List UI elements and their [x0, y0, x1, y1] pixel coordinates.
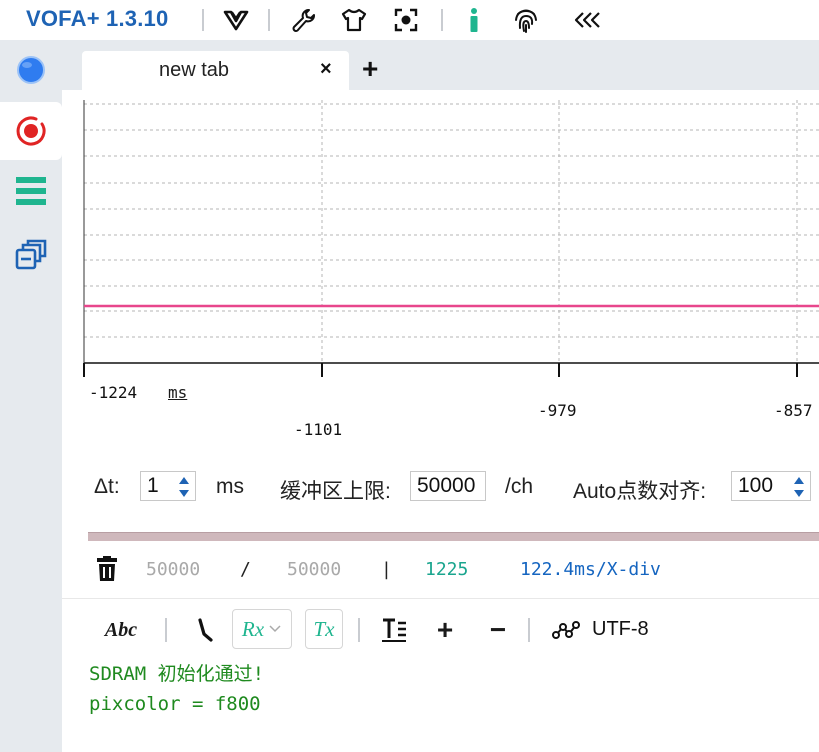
tab-label[interactable]: new tab — [159, 59, 229, 82]
wrench-icon[interactable] — [288, 4, 320, 36]
buffer-count: 50000 — [146, 559, 201, 580]
logo-v-icon[interactable] — [220, 4, 252, 36]
terminal-line: SDRAM 初始化通过! — [89, 663, 265, 685]
buffer-label: 缓冲区上限: — [280, 480, 391, 503]
divider-line — [62, 598, 819, 599]
dt-value[interactable]: 1 — [147, 474, 159, 498]
status-separator: | — [381, 559, 392, 580]
shirt-icon[interactable] — [338, 4, 370, 36]
tx-button[interactable]: Tx — [305, 609, 343, 649]
tab-close-button[interactable]: × — [320, 58, 332, 81]
spin-arrows-icon[interactable] — [177, 474, 191, 500]
point-count: 1225 — [425, 559, 469, 580]
add-tab-button[interactable]: + — [362, 54, 378, 84]
windows-icon[interactable] — [0, 226, 62, 284]
buffer-unit: /ch — [505, 475, 534, 498]
x-unit-label: ms — [168, 383, 188, 402]
rx-select[interactable]: Rx — [232, 609, 292, 649]
dt-spinbox[interactable]: 1 — [140, 471, 196, 501]
list-icon[interactable] — [0, 162, 62, 220]
app-title: VOFA+ 1.3.10 — [26, 6, 169, 31]
terminal-line: pixcolor = f800 — [89, 693, 261, 715]
collapse-icon[interactable] — [572, 4, 604, 36]
x-ticks — [83, 363, 798, 377]
toolbar-separator — [358, 618, 360, 642]
info-icon[interactable] — [458, 4, 490, 36]
encoding-icon[interactable] — [550, 612, 582, 648]
buffer-input[interactable]: 50000 — [410, 471, 486, 501]
dt-unit: ms — [216, 475, 244, 498]
buffer-value[interactable]: 50000 — [417, 474, 475, 498]
dt-label: Δt: — [94, 475, 120, 498]
toolbar-separator — [268, 9, 270, 31]
status-slash: / — [240, 559, 251, 580]
spin-arrows-icon[interactable] — [792, 474, 806, 500]
zoom-out-button[interactable]: − — [483, 612, 513, 648]
record-icon[interactable] — [0, 102, 62, 160]
connection-status-icon[interactable] — [0, 41, 62, 99]
toolbar-separator — [528, 618, 530, 642]
text-format-icon[interactable] — [378, 612, 410, 648]
zoom-in-button[interactable]: + — [430, 612, 460, 648]
align-value[interactable]: 100 — [738, 474, 773, 498]
x-tick-label: -1224 — [89, 383, 138, 402]
splitter-bar[interactable] — [88, 532, 819, 541]
x-tick-label: -857 — [774, 401, 813, 420]
capture-icon[interactable] — [390, 4, 422, 36]
align-spinbox[interactable]: 100 — [731, 471, 811, 501]
fingerprint-icon[interactable] — [510, 4, 542, 36]
toolbar-separator — [441, 9, 443, 31]
align-label: Auto点数对齐: — [573, 480, 707, 503]
x-div-scale: 122.4ms/X-div — [520, 559, 661, 580]
trash-icon[interactable] — [95, 556, 119, 587]
plot-grid — [83, 100, 819, 363]
abc-format-button[interactable]: Abc — [96, 612, 146, 648]
toolbar-separator — [165, 618, 167, 642]
toolbar-separator — [202, 9, 204, 31]
line-ending-icon[interactable] — [190, 612, 218, 648]
encoding-label[interactable]: UTF-8 — [592, 618, 649, 641]
rx-label[interactable]: Rx — [242, 617, 264, 642]
chevron-down-icon[interactable] — [268, 624, 282, 634]
x-tick-label: -979 — [538, 401, 577, 420]
buffer-total: 50000 — [287, 559, 342, 580]
x-tick-label: -1101 — [294, 420, 343, 439]
